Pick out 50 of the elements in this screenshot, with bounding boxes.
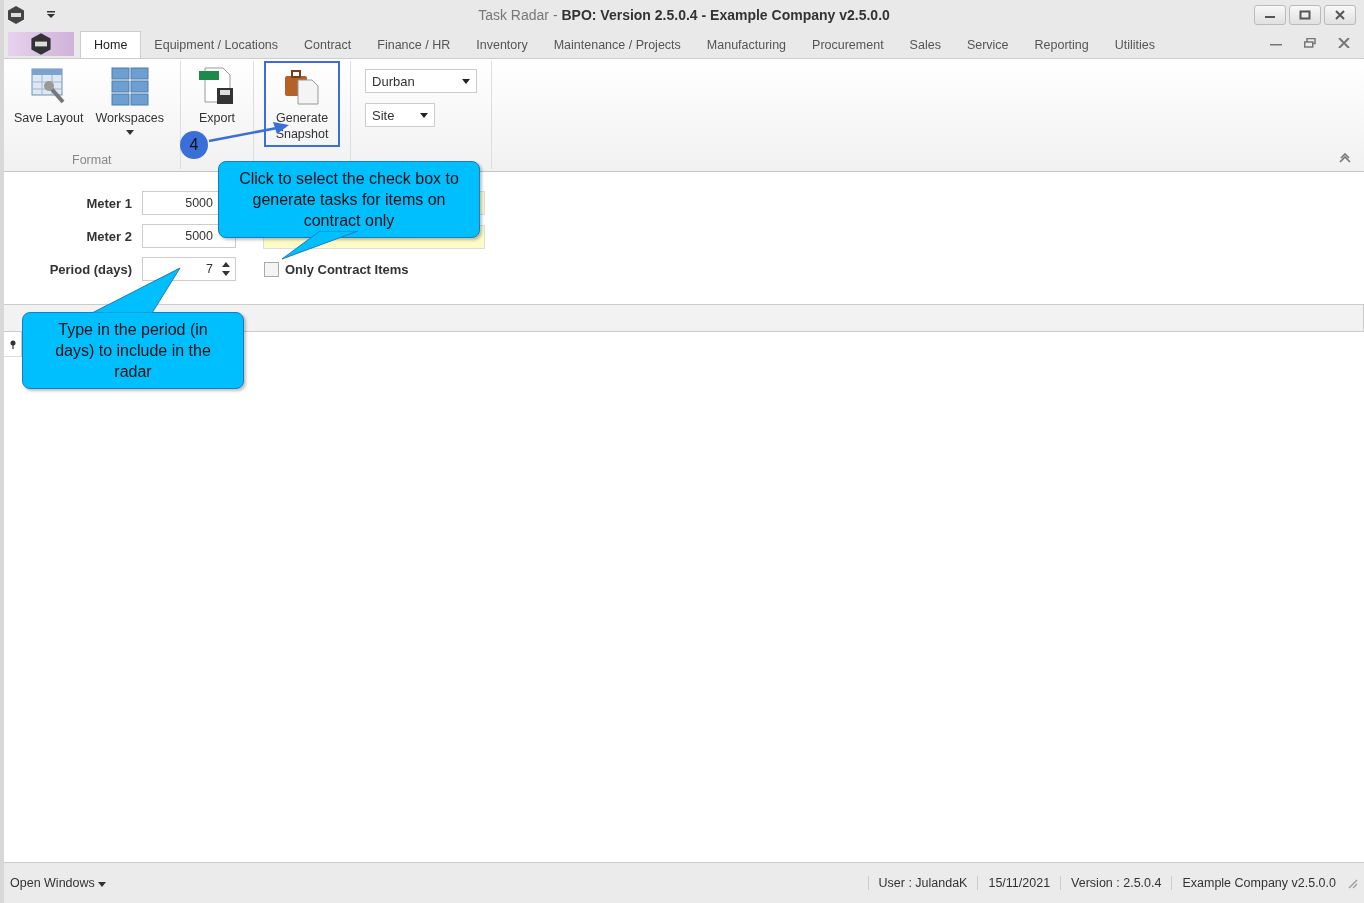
group-label: Format <box>72 153 112 167</box>
checkbox[interactable] <box>264 262 279 277</box>
dropdown-arrow-icon <box>98 882 107 887</box>
field-label: Period (days) <box>48 261 132 277</box>
ribbon-tab[interactable]: Utilities <box>1101 32 1169 58</box>
ribbon-tab[interactable]: Procurement <box>799 32 897 58</box>
grid-icon <box>109 66 150 106</box>
open-windows-menu[interactable]: Open Windows <box>10 876 107 890</box>
quick-access-dropdown-icon[interactable] <box>46 10 56 20</box>
field-label: Meter 1 <box>85 195 132 211</box>
window-title: Task Radar - BPO: Version 2.5.0.4 - Example Company v2.5.0.0 <box>478 7 890 23</box>
close-icon[interactable] <box>1338 38 1350 48</box>
dropdown-arrow-icon <box>420 112 429 118</box>
spin-field[interactable]: 7 <box>142 257 236 281</box>
scope-dropdown[interactable]: Site <box>365 103 436 127</box>
ribbon-tab[interactable]: Inventory <box>463 32 541 58</box>
status-text: User : JulandaK <box>867 876 978 890</box>
collapse-ribbon-icon[interactable] <box>1338 153 1352 163</box>
ribbon-tab[interactable]: Sales <box>896 32 954 58</box>
location-dropdown[interactable]: Durban <box>365 69 478 93</box>
ribbon-button[interactable]: Workspaces <box>89 61 171 140</box>
checkbox-label[interactable]: Only Contract Items <box>285 262 409 277</box>
ribbon-tab[interactable]: Manufacturing <box>693 32 800 58</box>
ribbon-tab[interactable]: Service <box>953 32 1022 58</box>
spin-arrows-icon[interactable] <box>221 260 231 278</box>
application-menu-button[interactable] <box>8 32 74 56</box>
ribbon-button[interactable]: Export <box>191 61 244 131</box>
status-text: Example Company v2.5.0.0 <box>1171 876 1346 890</box>
minimize-button[interactable] <box>1254 5 1286 25</box>
ribbon-tab[interactable]: Equipment / Locations <box>141 32 292 58</box>
maximize-button[interactable] <box>1289 5 1321 25</box>
dropdown-arrow-icon <box>125 130 134 135</box>
ribbon-button[interactable]: Save Layout <box>8 61 90 131</box>
close-icon <box>1334 10 1346 20</box>
resize-grip-icon[interactable] <box>1346 877 1358 889</box>
ribbon-tab[interactable]: Contract <box>291 32 365 58</box>
ribbon-tab[interactable]: Maintenance / Projects <box>540 32 694 58</box>
ribbon-tab[interactable]: Home <box>80 31 142 58</box>
field-label: Meter 2 <box>85 228 132 244</box>
app-logo-icon[interactable] <box>6 5 26 25</box>
ribbon-tab[interactable]: Reporting <box>1021 32 1102 58</box>
status-text: 15/11/2021 <box>977 876 1061 890</box>
maximize-icon <box>1299 10 1311 20</box>
close-button[interactable] <box>1324 5 1356 25</box>
restore-icon[interactable] <box>1304 38 1316 48</box>
pin-icon[interactable] <box>9 339 16 349</box>
dropdown-arrow-icon <box>462 78 471 84</box>
ribbon-tab[interactable]: Finance / HR <box>364 32 464 58</box>
step-badge: 4 <box>180 131 208 159</box>
status-text: Version : 2.5.0.4 <box>1060 876 1172 890</box>
